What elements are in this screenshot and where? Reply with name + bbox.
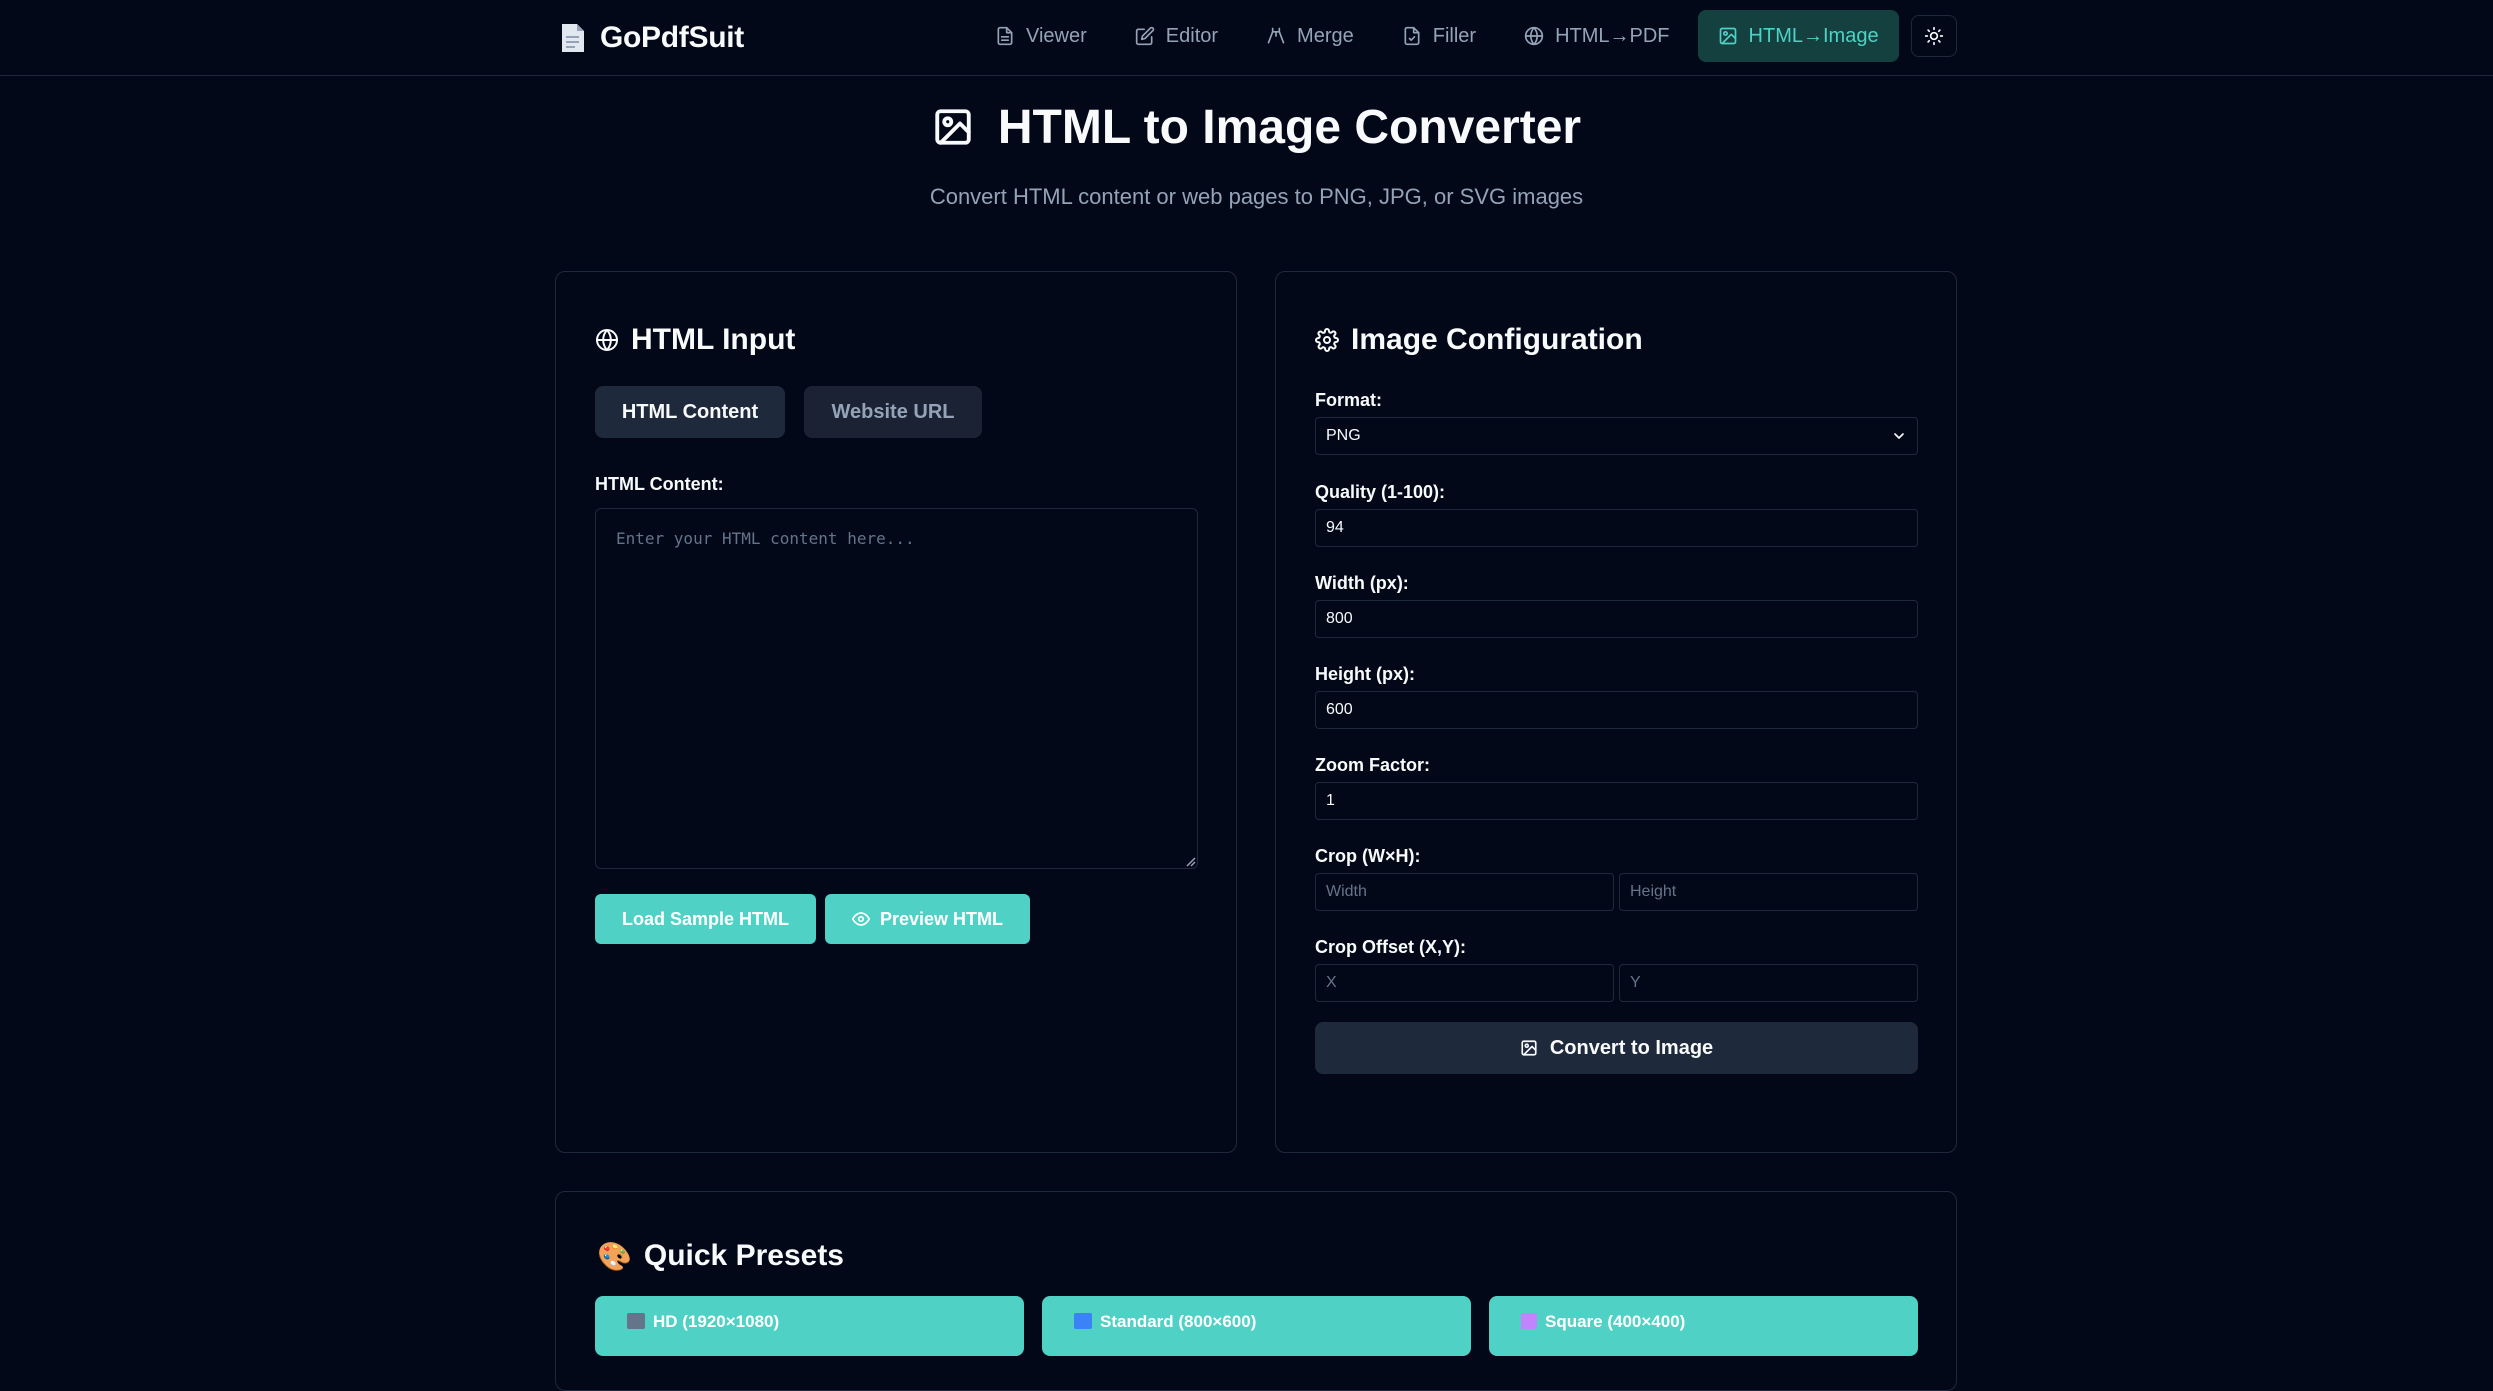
preset-square-label: Square (400×400) [1545,1312,1686,1331]
html-input-title: HTML Input [631,323,796,356]
nav-html-to-image[interactable]: HTML→Image [1697,10,1899,62]
quality-input[interactable] [1315,509,1918,547]
format-label: Format: [1315,390,1382,410]
nav-html-to-pdf-label: HTML→PDF [1555,24,1670,47]
convert-to-image-label: Convert to Image [1549,1036,1714,1059]
image-icon [1719,27,1736,45]
nav-html-to-pdf[interactable]: HTML→PDF [1504,10,1689,62]
nav-editor[interactable]: Editor [1115,10,1238,62]
main-nav: Viewer Editor Merge Filler HTML→PDF HTML… [975,10,1899,62]
tab-website-url[interactable]: Website URL [804,386,982,438]
nav-filler[interactable]: Filler [1382,10,1496,62]
globe-icon [596,329,618,351]
zoom-factor-label: Zoom Factor: [1315,755,1430,775]
image-config-title: Image Configuration [1351,323,1643,356]
crop-offset-y-input[interactable] [1619,964,1918,1002]
load-sample-html-button[interactable]: Load Sample HTML [595,894,816,944]
settings-gear-icon [1315,328,1339,352]
square-icon [1521,1313,1537,1329]
eye-icon [851,912,870,926]
image-icon [935,109,971,145]
desktop-icon [1074,1313,1092,1329]
nav-viewer-label: Viewer [1026,24,1087,47]
width-label: Width (px): [1315,573,1409,593]
merge-icon [1267,27,1285,44]
crop-height-input[interactable] [1619,873,1918,911]
sun-icon [1924,26,1944,46]
format-select[interactable]: PNG [1315,417,1918,455]
convert-to-image-button[interactable]: Convert to Image [1315,1022,1918,1074]
file-check-icon [1404,26,1420,46]
nav-merge[interactable]: Merge [1246,10,1374,62]
image-config-card: Image Configuration Format: PNG Quality … [1275,271,1957,1153]
nav-filler-label: Filler [1432,24,1477,47]
crop-label: Crop (W×H): [1315,846,1421,866]
crop-offset-x-input[interactable] [1315,964,1614,1002]
chevron-down-icon [1894,433,1904,439]
document-logo-icon [562,24,584,52]
globe-icon [1524,26,1544,46]
quality-label: Quality (1-100): [1315,482,1446,502]
html-content-label: HTML Content: [595,474,724,494]
textarea-resize-handle[interactable] [1184,855,1196,867]
image-config-heading: Image Configuration [1315,320,1643,360]
theme-toggle-button[interactable] [1911,15,1957,57]
crop-offset-label: Crop Offset (X,Y): [1315,937,1466,957]
html-input-card: HTML Input HTML Content Website URL HTML… [555,271,1237,1153]
file-text-icon [997,26,1013,46]
nav-editor-label: Editor [1165,24,1219,47]
quick-presets-title: Quick Presets [643,1239,844,1272]
height-input[interactable] [1315,691,1918,729]
width-input[interactable] [1315,600,1918,638]
monitor-icon [627,1313,645,1329]
image-icon [1521,1040,1537,1056]
html-input-heading: HTML Input [595,320,795,360]
nav-merge-label: Merge [1297,24,1354,47]
preset-hd-button[interactable]: HD (1920×1080) [595,1296,1024,1356]
page-title-text: HTML to Image Converter [997,100,1582,154]
format-select-value: PNG [1326,427,1361,444]
quick-presets-heading: 🎨 Quick Presets [597,1236,844,1276]
preset-standard-label: Standard (800×600) [1100,1312,1257,1331]
preset-square-button[interactable]: Square (400×400) [1489,1296,1918,1356]
brand-logo-link[interactable]: GoPdfSuit [560,18,744,58]
html-content-textarea[interactable] [595,508,1198,869]
preset-standard-button[interactable]: Standard (800×600) [1042,1296,1471,1356]
preview-html-button[interactable]: Preview HTML [825,894,1030,944]
preview-html-label: Preview HTML [879,908,1004,929]
page-title: HTML to Image Converter [0,92,2493,162]
page-subtitle: Convert HTML content or web pages to PNG… [929,184,1584,209]
crop-width-input[interactable] [1315,873,1614,911]
palette-icon: 🎨 [597,1240,632,1272]
zoom-factor-input[interactable] [1315,782,1918,820]
quick-presets-card: 🎨 Quick Presets HD (1920×1080) Standard … [555,1191,1957,1391]
nav-html-to-image-label: HTML→Image [1748,24,1879,47]
top-navbar: GoPdfSuit Viewer Editor Merge Filler HTM… [0,0,2493,76]
preset-hd-label: HD (1920×1080) [653,1312,780,1331]
edit-icon [1135,26,1154,46]
brand-name: GoPdfSuit [600,21,744,54]
tab-html-content[interactable]: HTML Content [595,386,785,438]
height-label: Height (px): [1315,664,1415,684]
nav-viewer[interactable]: Viewer [975,10,1107,62]
